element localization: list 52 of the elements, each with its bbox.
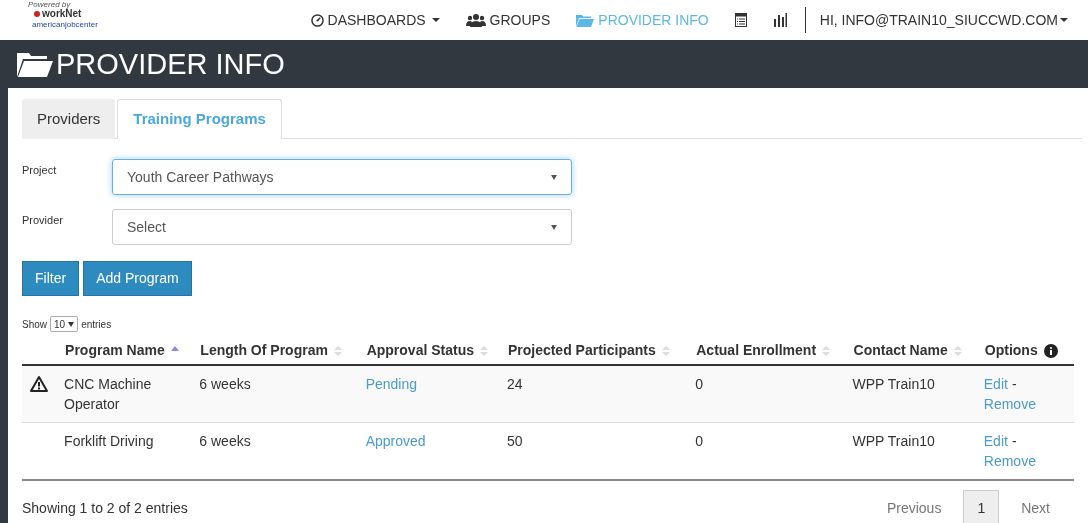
entries-label: entries	[81, 317, 112, 332]
table-cell: 6 weeks	[199, 376, 251, 392]
sort-icon[interactable]	[822, 344, 831, 357]
separator-text: -	[1011, 376, 1017, 392]
user-menu[interactable]: HI, INFO@TRAIN10_SIUCCWD.COM	[819, 9, 1068, 31]
folder-icon	[576, 13, 595, 27]
sort-icon[interactable]	[333, 344, 342, 357]
select-field[interactable]: Select	[112, 209, 572, 245]
button[interactable]: Filter	[22, 261, 80, 296]
users-icon	[465, 13, 486, 27]
table-cell: WPP Train10	[852, 376, 935, 392]
caret-icon	[431, 18, 440, 22]
select-field[interactable]: Youth Career Pathways	[112, 159, 572, 195]
column-header[interactable]: Options	[984, 340, 1038, 361]
column-header[interactable]: Length Of Program	[200, 340, 328, 361]
page-button[interactable]: Next	[1011, 490, 1060, 523]
nav-link[interactable]: GROUPS	[465, 9, 551, 31]
button[interactable]: Add Program	[83, 261, 192, 296]
column-header[interactable]: Approval Status	[366, 340, 474, 361]
sort-icon[interactable]	[953, 344, 962, 357]
table-cell: 6 weeks	[199, 432, 251, 449]
table-cell: 0	[695, 432, 704, 449]
show-label: Show	[22, 317, 47, 332]
info-icon[interactable]	[1043, 343, 1058, 358]
list-icon[interactable]	[734, 13, 747, 27]
page-size-select[interactable]: 10	[50, 316, 79, 332]
page-button[interactable]: Previous	[876, 490, 952, 523]
logo: Powered by workNet americanjobcenter	[28, 1, 99, 31]
column-header[interactable]: Actual Enrollment	[696, 340, 817, 361]
folder-icon	[16, 51, 54, 77]
sort-icon[interactable]	[480, 344, 488, 357]
column-header[interactable]: Contact Name	[853, 340, 948, 361]
sort-icon[interactable]	[661, 344, 670, 357]
bar-chart-icon[interactable]	[772, 13, 787, 27]
column-header[interactable]: Projected Participants	[507, 340, 656, 361]
nav-link[interactable]: DASHBOARDS	[310, 9, 440, 31]
table-info: Showing 1 to 2 of 2 entries	[22, 498, 188, 518]
page-button[interactable]: 1	[963, 490, 1000, 523]
table-cell: 24	[506, 376, 523, 392]
field-label: Project	[22, 163, 58, 178]
table-cell: 50	[506, 432, 523, 449]
dashboard-icon	[310, 13, 324, 27]
table-cell: 0	[695, 376, 704, 392]
table-cell-text: CNC Machine Operator	[64, 375, 153, 414]
tab[interactable]: Providers	[22, 99, 116, 139]
table-cell: WPP Train10	[852, 432, 935, 449]
table-cell-text: Forklift Driving	[64, 431, 155, 451]
separator-text: -	[1011, 432, 1017, 449]
field-label: Provider	[22, 213, 64, 228]
column-header[interactable]: Program Name	[65, 340, 165, 361]
caret-icon	[1060, 18, 1068, 22]
page-title: PROVIDER INFO	[56, 49, 285, 79]
